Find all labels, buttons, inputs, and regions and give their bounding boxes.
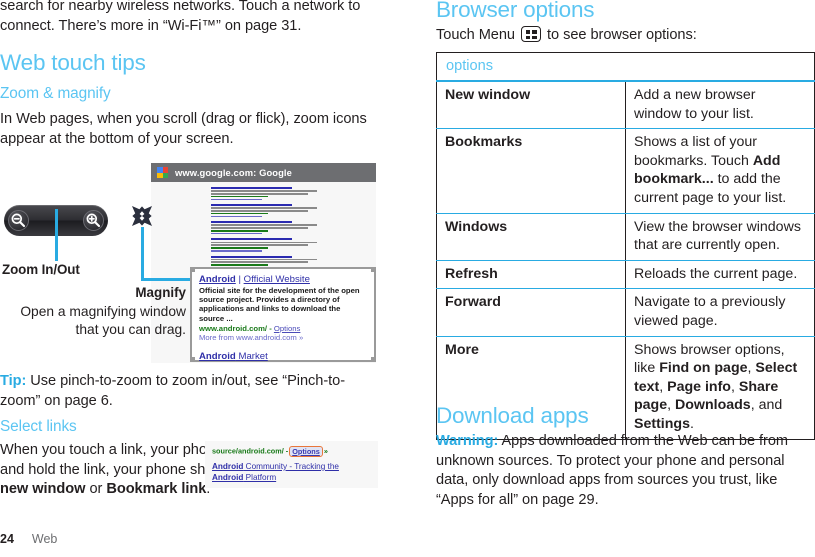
heading-select-links: Select links bbox=[0, 418, 77, 435]
table-header-row: options bbox=[436, 52, 815, 82]
option-desc-refresh: Reloads the current page. bbox=[625, 259, 815, 290]
option-desc-forward: Navigate to a previously viewed page. bbox=[625, 288, 815, 337]
browser-options-table-wrapper: options New window Add a new browser win… bbox=[436, 52, 815, 440]
tip-label: Tip: bbox=[0, 373, 27, 389]
magnifier-window: Android | Official Website Official site… bbox=[190, 267, 376, 362]
magnifier-handle-top-right[interactable] bbox=[371, 267, 376, 272]
option-name-forward: Forward bbox=[436, 288, 626, 337]
table-row: Windows View the browser windows that ar… bbox=[436, 212, 815, 261]
menu-icon[interactable] bbox=[521, 26, 542, 42]
magnified-result-title[interactable]: Android | Official Website bbox=[199, 274, 367, 285]
google-favicon-icon bbox=[157, 167, 168, 178]
manual-page: search for nearby wireless networks. Tou… bbox=[0, 0, 815, 557]
leader-line-magnify-vertical bbox=[141, 227, 144, 281]
magnifier-handle-bottom-left[interactable] bbox=[190, 357, 195, 362]
magnified-result-url: www.android.com/ - Options bbox=[199, 323, 301, 333]
zoom-paragraph: In Web pages, when you scroll (drag or f… bbox=[0, 111, 367, 147]
bold-bookmark-link: Bookmark link bbox=[106, 481, 207, 497]
footer-chapter-name: Web bbox=[31, 532, 58, 546]
heading-download-apps: Download apps bbox=[436, 403, 589, 428]
magnified-result-more-link[interactable]: More from www.android.com » bbox=[199, 333, 367, 342]
table-row: New window Add a new browser window to y… bbox=[436, 80, 815, 130]
zoom-in-icon[interactable] bbox=[83, 210, 104, 231]
figure-zoom-and-magnify: www.google.com: Google Android | Officia bbox=[0, 155, 390, 367]
page-footer: 24 Web bbox=[0, 532, 380, 546]
phone-browser-title: www.google.com: Google bbox=[175, 167, 292, 178]
warning-label: Warning: bbox=[436, 433, 499, 449]
table-header-options: options bbox=[436, 52, 815, 82]
footer-page-number: 24 bbox=[0, 532, 14, 546]
table-row: Bookmarks Shows a list of your bookmarks… bbox=[436, 128, 815, 214]
warning-paragraph: Warning: Apps downloaded from the Web ca… bbox=[436, 432, 815, 510]
leader-line-zoom bbox=[55, 209, 58, 261]
intro-paragraph: search for nearby wireless networks. Tou… bbox=[0, 0, 361, 34]
browser-options-lead: Touch Menu to see browser options: bbox=[436, 26, 697, 43]
leader-line-magnify-horizontal bbox=[141, 278, 190, 281]
heading-zoom-and-magnify: Zoom & magnify bbox=[0, 85, 111, 102]
option-name-bookmarks: Bookmarks bbox=[436, 128, 626, 214]
option-name-new-window: New window bbox=[436, 80, 626, 130]
magnifier-handle-bottom-right[interactable] bbox=[371, 357, 376, 362]
magnify-icon[interactable] bbox=[131, 205, 153, 227]
option-name-windows: Windows bbox=[436, 212, 626, 261]
label-magnify: Magnify bbox=[135, 285, 186, 300]
option-name-refresh: Refresh bbox=[436, 259, 626, 290]
left-column: search for nearby wireless networks. Tou… bbox=[0, 0, 390, 557]
magnified-result-description: Official site for the development of the… bbox=[199, 286, 360, 323]
magnifier-handle-top-left[interactable] bbox=[190, 267, 195, 272]
phone-browser-titlebar: www.google.com: Google bbox=[151, 163, 376, 182]
label-magnify-description: Open a magnifying window that you can dr… bbox=[20, 304, 186, 337]
label-zoom-in-out: Zoom In/Out bbox=[2, 262, 80, 277]
option-desc-new-window: Add a new browser window to your list. bbox=[625, 80, 815, 130]
magnified-result-options-link[interactable]: Options bbox=[274, 324, 301, 333]
option-desc-bookmarks: Shows a list of your bookmarks. Touch Ad… bbox=[625, 128, 815, 214]
table-row: Refresh Reloads the current page. bbox=[436, 259, 815, 290]
browser-options-table: options New window Add a new browser win… bbox=[436, 52, 815, 440]
option-desc-windows: View the browser windows that are curren… bbox=[625, 212, 815, 261]
heading-web-touch-tips: Web touch tips bbox=[0, 50, 146, 75]
table-row: Forward Navigate to a previously viewed … bbox=[436, 288, 815, 337]
magnified-result-android-market[interactable]: Android Market bbox=[199, 351, 367, 362]
tip-text: Use pinch-to-zoom to zoom in/out, see “P… bbox=[0, 373, 346, 409]
zoom-out-icon[interactable] bbox=[8, 210, 29, 231]
right-column: Browser options Touch Menu to see browse… bbox=[436, 0, 815, 557]
tip-paragraph: Tip: Use pinch-to-zoom to zoom in/out, s… bbox=[0, 372, 380, 411]
highlighted-options-link[interactable]: Options bbox=[289, 446, 323, 457]
link-figure-result-title[interactable]: Android Community - Tracking the Android… bbox=[212, 462, 371, 483]
heading-browser-options: Browser options bbox=[436, 0, 595, 22]
figure-select-links: source/android.com/ - Options» Android Co… bbox=[205, 441, 378, 488]
link-figure-url-row: source/android.com/ - Options» bbox=[212, 446, 328, 457]
